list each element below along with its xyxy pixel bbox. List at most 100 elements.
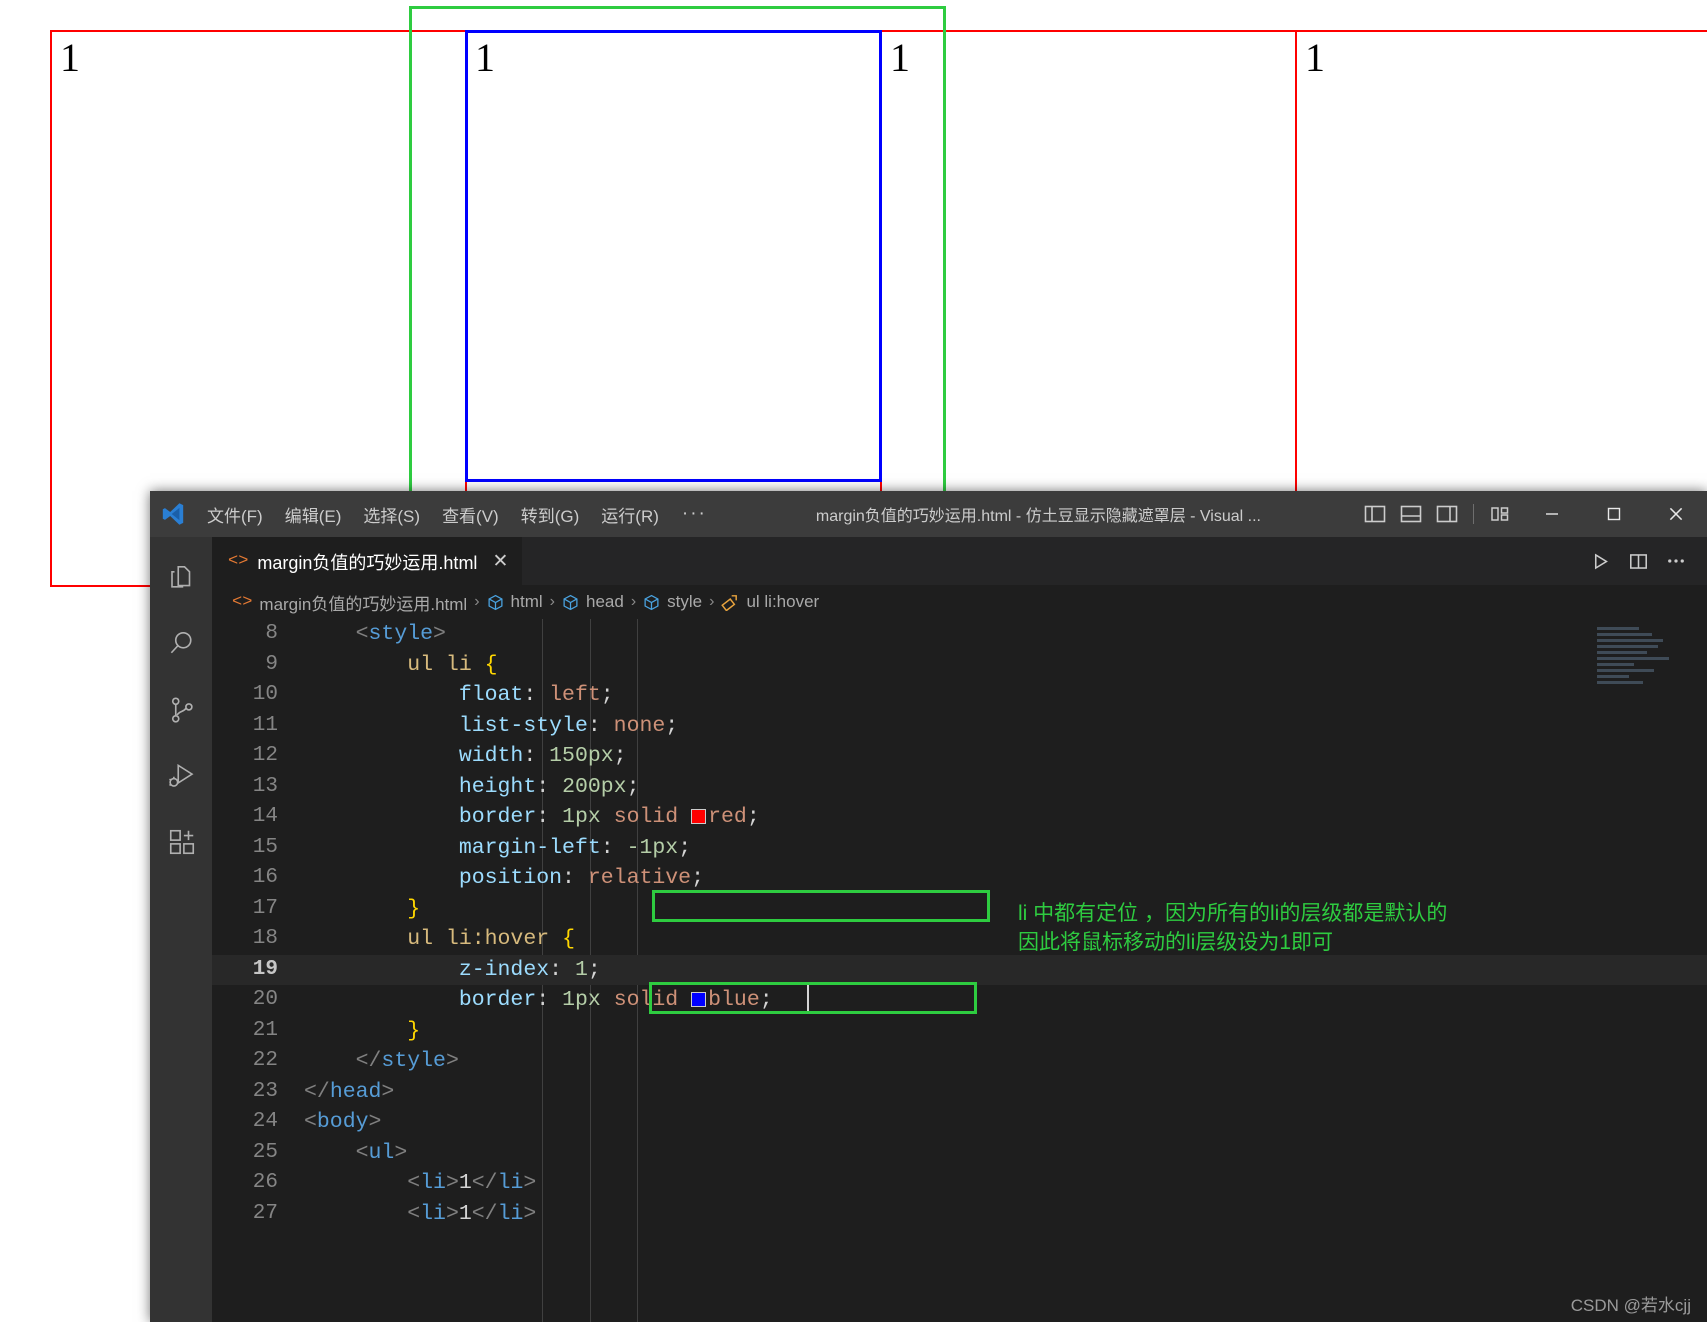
- code-token: blue: [708, 988, 760, 1012]
- code-token: li: [420, 1171, 446, 1195]
- code-token: {: [562, 927, 575, 951]
- code-text: margin-left: -1px;: [304, 833, 691, 864]
- toggle-primary-sidebar-icon[interactable]: [1358, 498, 1392, 530]
- line-number: 25: [252, 1140, 278, 1164]
- line-number: 18: [252, 927, 278, 950]
- menu-item-run[interactable]: 运行(R): [590, 498, 670, 531]
- menu-item-selection[interactable]: 选择(S): [352, 498, 431, 531]
- menu-item-file[interactable]: 文件(F): [196, 498, 274, 531]
- code-token: ;: [613, 744, 627, 768]
- close-icon[interactable]: ✕: [486, 550, 508, 573]
- breadcrumb-item-head[interactable]: head: [562, 592, 624, 612]
- code-line[interactable]: 15 margin-left: -1px;: [212, 833, 1707, 864]
- code-token: border: [458, 805, 537, 829]
- code-lines[interactable]: 8 <style> 9 ul li {10 float: left; 11 list…: [212, 619, 1707, 1322]
- code-token: :: [523, 744, 550, 768]
- code-line[interactable]: 20 border: 1px solid blue;: [212, 985, 1707, 1016]
- code-line[interactable]: 10 float: left;: [212, 680, 1707, 711]
- split-editor-icon[interactable]: [1621, 544, 1655, 578]
- sidebar-item-search[interactable]: [150, 613, 212, 679]
- vscode-logo-icon: [150, 491, 196, 537]
- code-token: 1: [458, 1201, 472, 1226]
- maximize-button[interactable]: [1583, 491, 1645, 537]
- code-line[interactable]: 9 ul li {: [212, 650, 1707, 681]
- code-token: ;: [691, 866, 704, 890]
- code-token: {: [484, 652, 498, 677]
- menu-item-view[interactable]: 查看(V): [431, 498, 510, 531]
- menu-item-edit[interactable]: 编辑(E): [274, 498, 353, 531]
- code-line[interactable]: 24 <body>: [212, 1107, 1707, 1138]
- ellipsis-icon[interactable]: [1659, 544, 1693, 578]
- layout-controls: [1358, 498, 1521, 530]
- code-line[interactable]: 11 list-style: none;: [212, 711, 1707, 742]
- code-token: >: [445, 1171, 459, 1195]
- code-token: ul li: [407, 652, 472, 677]
- close-button[interactable]: [1645, 491, 1707, 537]
- code-token: body: [316, 1110, 369, 1134]
- code-token: <: [304, 1110, 317, 1134]
- files-icon: [167, 563, 197, 598]
- breadcrumb-label: style: [667, 592, 703, 611]
- code-line[interactable]: 22 </style>: [212, 1046, 1707, 1077]
- code-token: >: [433, 622, 446, 646]
- code-line[interactable]: 19 z-index: 1;: [212, 954, 1707, 985]
- code-text: float: left;: [304, 680, 614, 711]
- breadcrumb-item-file[interactable]: <> margin负值的巧妙运用.html: [232, 590, 467, 615]
- sidebar-item-explorer[interactable]: [150, 547, 212, 613]
- tab-margin-html[interactable]: <> margin负值的巧妙运用.html ✕: [212, 537, 523, 585]
- line-number: 21: [252, 1018, 278, 1042]
- breadcrumb-item-style[interactable]: style: [643, 592, 702, 612]
- sidebar-item-extensions[interactable]: [150, 811, 212, 877]
- code-line[interactable]: 13 height: 200px;: [212, 772, 1707, 803]
- minimap[interactable]: [1597, 627, 1689, 702]
- line-number: 12: [252, 744, 278, 767]
- code-line[interactable]: 12 width: 150px;: [212, 741, 1707, 772]
- code-line[interactable]: 18 ul li:hover {: [212, 924, 1707, 955]
- toggle-secondary-sidebar-icon[interactable]: [1430, 498, 1464, 530]
- code-line[interactable]: 21 }: [212, 1016, 1707, 1047]
- code-token: <: [407, 1201, 421, 1226]
- chevron-right-icon: ›: [630, 593, 637, 610]
- search-icon: [167, 629, 197, 664]
- code-editor[interactable]: 8 <style> 9 ul li {10 float: left; 11 list…: [212, 619, 1707, 1322]
- code-token: ul li:hover: [407, 927, 550, 951]
- code-line[interactable]: 23 </head>: [212, 1077, 1707, 1108]
- watermark: CSDN @若水cjj: [1570, 1296, 1691, 1315]
- list-item-label: 1: [1305, 35, 1325, 80]
- play-icon[interactable]: [1583, 544, 1617, 578]
- code-line[interactable]: 17 }: [212, 894, 1707, 925]
- customize-layout-icon[interactable]: [1483, 498, 1517, 530]
- minimize-button[interactable]: [1521, 491, 1583, 537]
- sidebar-item-run-and-debug[interactable]: [150, 745, 212, 811]
- breadcrumb-item-html[interactable]: html: [487, 592, 543, 612]
- code-line[interactable]: 14 border: 1px solid red;: [212, 802, 1707, 833]
- toggle-panel-icon[interactable]: [1394, 498, 1428, 530]
- code-line[interactable]: 25 <ul>: [212, 1138, 1707, 1169]
- code-token: solid: [613, 805, 679, 829]
- code-line[interactable]: 16 position: relative;: [212, 863, 1707, 894]
- sidebar-item-source-control[interactable]: [150, 679, 212, 745]
- chevron-right-icon: ›: [549, 593, 555, 610]
- code-token: >: [394, 1140, 408, 1165]
- menu-item-go[interactable]: 转到(G): [510, 498, 591, 531]
- code-text: border: 1px solid red;: [304, 802, 760, 833]
- menu-more-icon[interactable]: ···: [670, 503, 719, 525]
- code-token: z-index: [458, 957, 550, 982]
- debug-icon: [167, 761, 197, 796]
- code-line[interactable]: 27 <li>1</li>: [212, 1199, 1707, 1230]
- code-line[interactable]: 26 <li>1</li>: [212, 1168, 1707, 1199]
- code-token: ;: [587, 957, 601, 982]
- breadcrumb-item-selector[interactable]: ul li:hover: [721, 592, 819, 612]
- activity-bar: [150, 537, 212, 1322]
- code-token: width: [458, 744, 524, 768]
- code-line[interactable]: 8 <style>: [212, 619, 1707, 650]
